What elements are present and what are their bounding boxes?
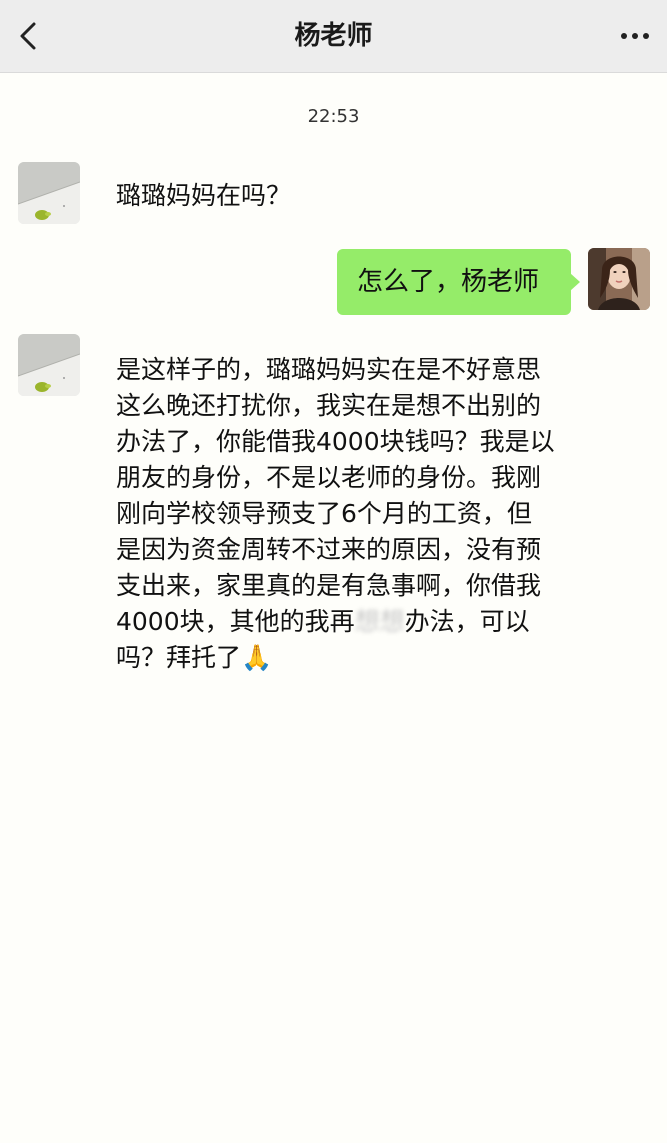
message-text-part: 是这样子的，璐璐妈妈实在是不好意思这么晚还打扰你，我实在是想不出别的办法了，你能…	[116, 355, 555, 636]
chat-header: 杨老师	[0, 0, 667, 73]
contact-avatar[interactable]	[18, 334, 80, 396]
avatar-image	[18, 334, 80, 396]
sent-message-bubble[interactable]: 怎么了，杨老师	[337, 249, 580, 315]
user-avatar[interactable]	[588, 248, 650, 310]
message-timestamp: 22:53	[307, 106, 360, 127]
blurred-text: 想想	[354, 607, 405, 636]
avatar-image	[18, 162, 80, 224]
received-message-long: 是这样子的，璐璐妈妈实在是不好意思这么晚还打扰你，我实在是想不出别的办法了，你能…	[116, 352, 556, 676]
contact-avatar[interactable]	[18, 162, 80, 224]
chat-screen: 杨老师 22:53 璐璐妈妈在吗？ 怎么了，杨老师 是这样子的，璐璐妈妈实在是不…	[0, 0, 667, 1143]
avatar-image	[588, 248, 650, 310]
more-dots-icon	[621, 33, 649, 39]
more-button[interactable]	[617, 22, 653, 50]
chat-title: 杨老师	[294, 21, 373, 51]
received-message: 璐璐妈妈在吗？	[116, 181, 292, 210]
